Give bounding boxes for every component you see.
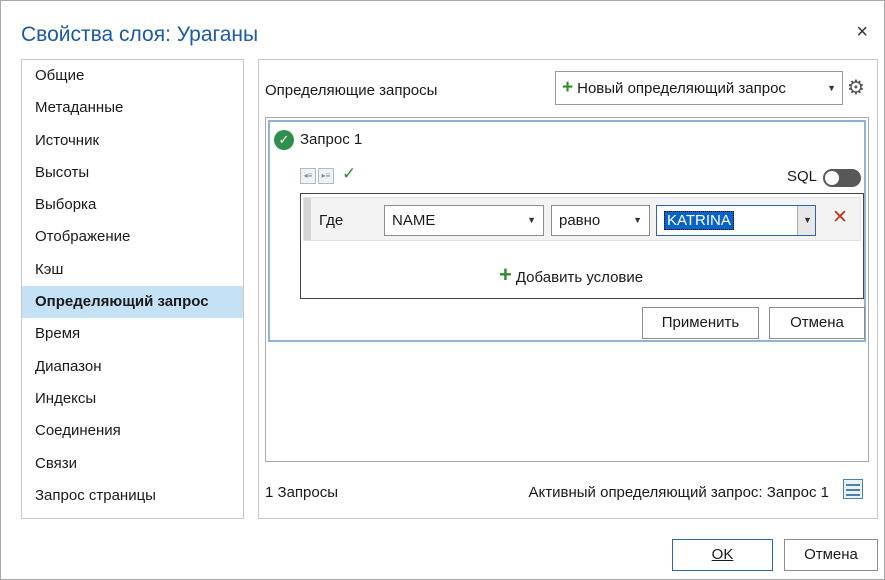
sidebar-item-cache[interactable]: Кэш [22,254,243,286]
delete-x-icon[interactable]: ✕ [832,206,848,229]
chevron-down-icon: ▼ [527,215,536,225]
dialog-title: Свойства слоя: Ураганы [21,23,259,46]
sidebar-item-page-query[interactable]: Запрос страницы [22,480,243,512]
query-list: ✓ Запрос 1 ◂≡ ▸≡ ✓ SQL Где NAME ▼ равно … [265,117,869,462]
sidebar-item-definition-query[interactable]: Определяющий запрос [22,286,243,319]
query-card[interactable]: ✓ Запрос 1 ◂≡ ▸≡ ✓ SQL Где NAME ▼ равно … [268,120,866,342]
sidebar-item-general[interactable]: Общие [22,60,243,92]
sidebar-item-source[interactable]: Источник [22,125,243,157]
gear-icon[interactable]: ⚙ [847,75,865,100]
validate-check-icon[interactable]: ✓ [342,164,356,184]
table-icon[interactable] [843,479,863,499]
value-dropdown-button[interactable]: ▼ [797,206,815,235]
toggle-knob [825,171,839,185]
active-query-label: Активный определяющий запрос: Запрос 1 [528,484,829,501]
sidebar-item-display[interactable]: Отображение [22,221,243,253]
add-condition-label: Добавить условие [515,269,644,286]
chevron-down-icon[interactable]: ▼ [827,72,836,104]
indent-icon[interactable]: ▸≡ [318,168,334,184]
section-title: Определяющие запросы [265,82,438,99]
sidebar-item-selection[interactable]: Выборка [22,189,243,221]
value-combobox[interactable]: KATRINA ▼ [656,205,816,236]
sql-toggle[interactable] [823,169,861,187]
ok-button[interactable]: OK [672,539,773,571]
plus-icon: + [499,262,512,287]
add-condition-button[interactable]: + Добавить условие [499,262,643,288]
sidebar: Общие Метаданные Источник Высоты Выборка… [21,59,244,519]
close-icon[interactable]: × [856,21,868,44]
sidebar-item-metadata[interactable]: Метаданные [22,92,243,124]
plus-icon: + [562,77,574,98]
cancel-button[interactable]: Отмена [784,539,878,571]
sidebar-item-range[interactable]: Диапазон [22,351,243,383]
outdent-icon[interactable]: ◂≡ [300,168,316,184]
field-value: NAME [392,212,436,229]
sidebar-item-time[interactable]: Время [22,318,243,350]
query-name[interactable]: Запрос 1 [300,131,362,148]
sql-label: SQL [787,168,818,185]
operator-select[interactable]: равно ▼ [551,205,650,236]
ok-label: OK [711,546,734,563]
chevron-down-icon: ▼ [633,215,642,225]
sidebar-item-elevation[interactable]: Высоты [22,157,243,189]
chevron-down-icon: ▼ [803,215,812,225]
definition-query-panel: Определяющие запросы + Новый определяющий… [258,59,878,519]
field-select[interactable]: NAME ▼ [384,205,544,236]
clause-builder: Где NAME ▼ равно ▼ KATRINA ▼ ✕ + Добавит… [300,193,864,299]
check-circle-icon: ✓ [274,130,294,150]
apply-button[interactable]: Применить [642,307,759,339]
operator-value: равно [559,212,601,229]
value-text[interactable]: KATRINA [664,211,734,230]
layer-properties-dialog: Свойства слоя: Ураганы × Общие Метаданны… [0,0,885,580]
cancel-query-button[interactable]: Отмена [769,307,865,339]
new-query-label: Новый определяющий запрос [577,80,786,97]
new-definition-query-button[interactable]: + Новый определяющий запрос ▼ [555,71,843,105]
sidebar-item-indexes[interactable]: Индексы [22,383,243,415]
row-grip[interactable] [304,198,311,240]
sidebar-item-relates[interactable]: Связи [22,448,243,480]
where-label: Где [319,212,344,229]
sidebar-item-joins[interactable]: Соединения [22,415,243,447]
query-count: 1 Запросы [265,484,339,501]
clause-row: Где NAME ▼ равно ▼ KATRINA ▼ ✕ [303,197,861,241]
